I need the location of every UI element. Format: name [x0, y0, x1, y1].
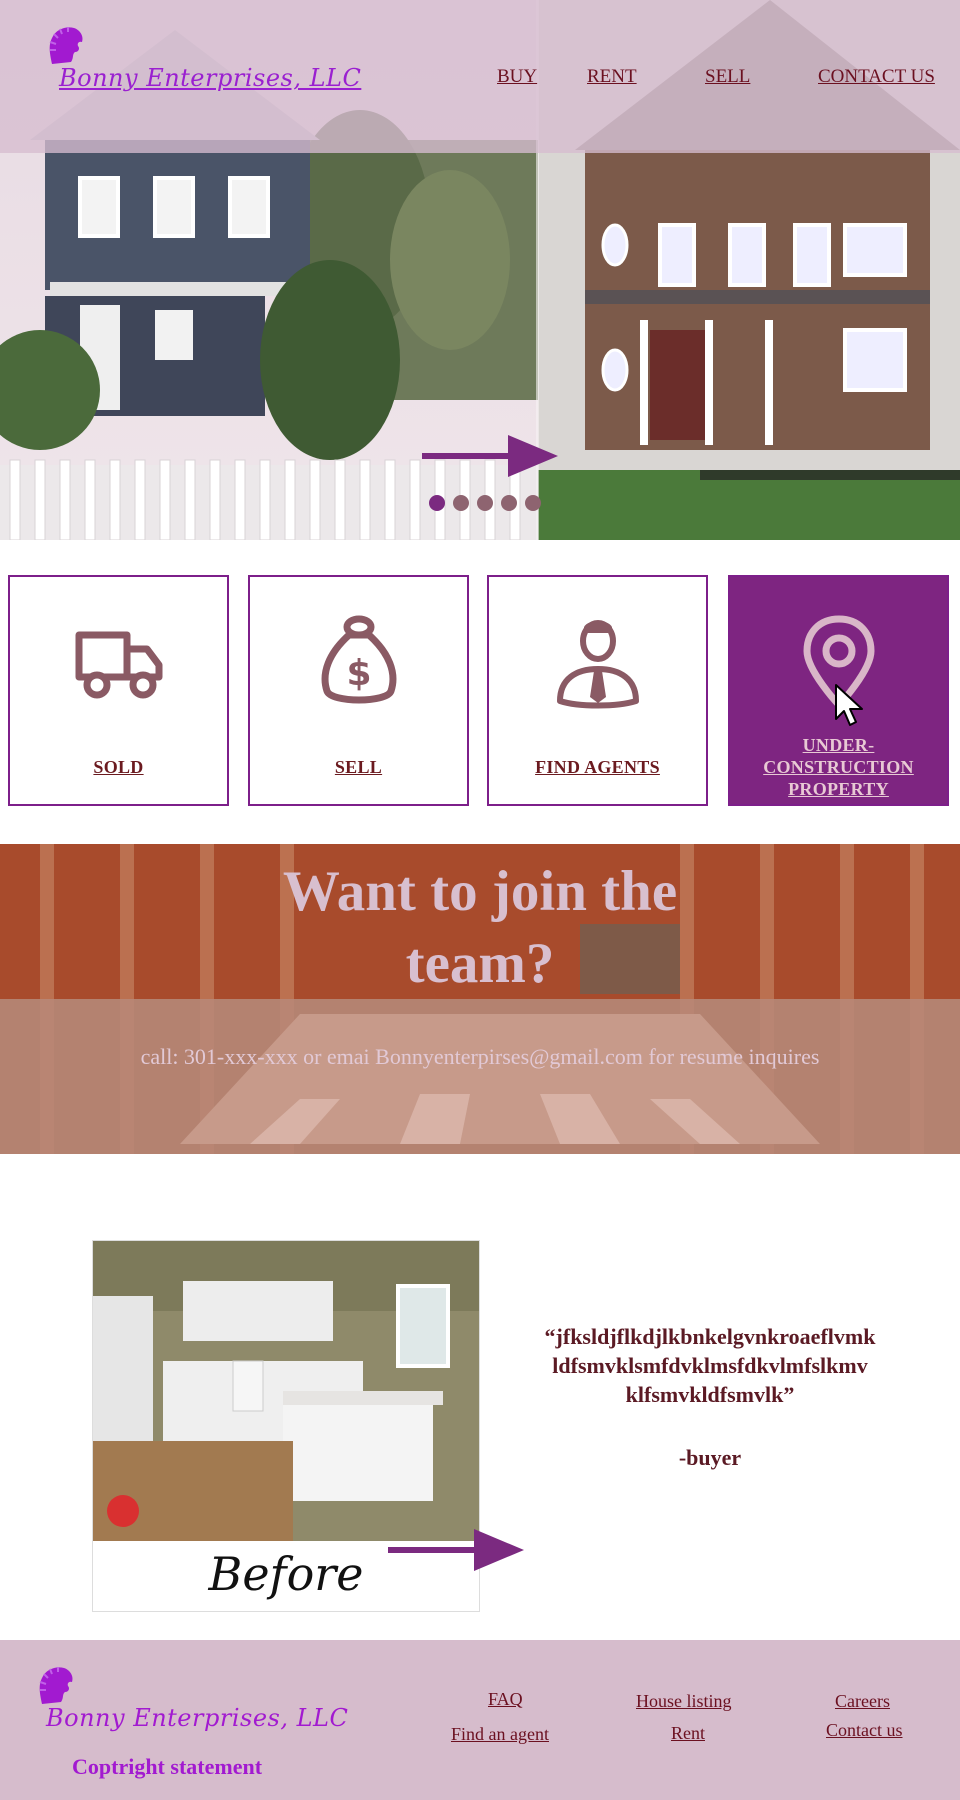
- footer-link-contact-us[interactable]: Contact us: [826, 1720, 903, 1741]
- footer-link-house-listing[interactable]: House listing: [636, 1691, 732, 1712]
- card-sell-label: SELL: [334, 757, 383, 777]
- card-sold-label: SOLD: [93, 757, 144, 777]
- join-title-line-1: Want to join the: [282, 860, 678, 923]
- agent-icon: [556, 620, 639, 709]
- card-label-line-3: PROPERTY: [788, 779, 889, 799]
- kitchen-photo: [93, 1241, 479, 1541]
- card-sell[interactable]: $ SELL: [248, 575, 469, 806]
- card-find-agents-label: FIND AGENTS: [535, 757, 660, 777]
- footer-brand-logo[interactable]: Bonny Enterprises, LLC: [34, 1664, 354, 1754]
- nav-buy[interactable]: BUY: [497, 66, 537, 88]
- footer-link-careers[interactable]: Careers: [835, 1691, 890, 1712]
- nav-contact[interactable]: CONTACT US: [818, 66, 935, 88]
- card-find-agents[interactable]: FIND AGENTS: [487, 575, 708, 806]
- quote-line-3: klfsmvkldfsmvlk”: [625, 1382, 795, 1407]
- mouse-cursor-icon: [835, 684, 863, 726]
- truck-icon: [75, 631, 162, 699]
- footer-link-faq[interactable]: FAQ: [488, 1689, 523, 1710]
- site-footer: Bonny Enterprises, LLC Coptright stateme…: [0, 1640, 960, 1800]
- join-title: Want to join the team?: [200, 856, 760, 1000]
- carousel-next-arrow-icon[interactable]: [420, 432, 560, 482]
- brand-logo[interactable]: Bonny Enterprises, LLC: [44, 24, 361, 104]
- nav-sell[interactable]: SELL: [705, 66, 750, 88]
- footer-link-rent[interactable]: Rent: [671, 1723, 705, 1744]
- carousel-dot-2[interactable]: [453, 495, 469, 511]
- lion-logo-icon: [39, 1667, 73, 1704]
- carousel-dot-3[interactable]: [477, 495, 493, 511]
- lion-logo-icon: [49, 27, 83, 64]
- carousel-dot-5[interactable]: [525, 495, 541, 511]
- testimonial-author: -buyer: [678, 1445, 742, 1470]
- join-team-banner: Want to join the team? call: 301-xxx-xxx…: [0, 844, 960, 1154]
- svg-text:$: $: [346, 653, 371, 694]
- money-bag-icon: $: [321, 615, 396, 704]
- footer-brand-name: Bonny Enterprises, LLC: [46, 1704, 349, 1732]
- testimonial-quote: “jfksldjflkdjlkbnkelgvnkroaeflvmk ldfsmv…: [505, 1322, 915, 1409]
- nav-rent[interactable]: RENT: [587, 66, 637, 88]
- card-label-line-2: CONSTRUCTION: [763, 757, 914, 777]
- join-title-line-2: team?: [405, 932, 555, 995]
- hero-carousel: Bonny Enterprises, LLC BUY RENT SELL CON…: [0, 0, 960, 540]
- join-subtitle: call: 301-xxx-xxx or emai Bonnyenterpirs…: [140, 1044, 820, 1069]
- card-under-construction-label: UNDER- CONSTRUCTION PROPERTY: [730, 734, 947, 800]
- carousel-dots: [429, 495, 541, 511]
- card-under-construction[interactable]: UNDER- CONSTRUCTION PROPERTY: [728, 575, 949, 806]
- before-after-arrow-icon: [388, 1529, 524, 1571]
- carousel-dot-4[interactable]: [501, 495, 517, 511]
- carousel-dot-1[interactable]: [429, 495, 445, 511]
- quote-line-1: “jfksldjflkdjlkbnkelgvnkroaeflvmk: [544, 1324, 876, 1349]
- card-sold[interactable]: SOLD: [8, 575, 229, 806]
- brand-name: Bonny Enterprises, LLC: [59, 64, 362, 92]
- card-label-line-1: UNDER-: [802, 735, 875, 755]
- copyright: Coptright statement: [72, 1754, 263, 1779]
- quote-line-2: ldfsmvklsmfdvklmsfdkvlmfslkmv: [552, 1353, 868, 1378]
- footer-link-find-agent[interactable]: Find an agent: [451, 1724, 549, 1745]
